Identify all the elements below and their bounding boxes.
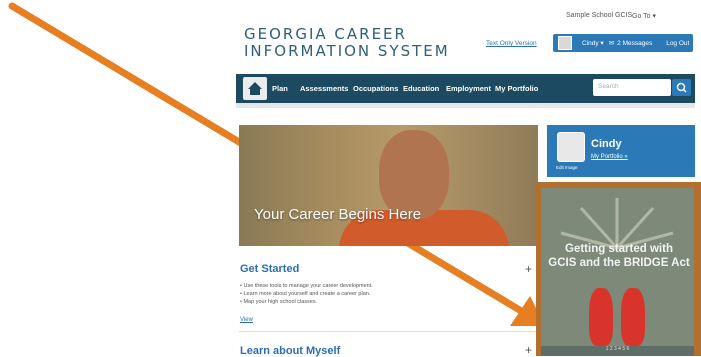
divider	[239, 331, 538, 332]
profile-name: Cindy	[591, 138, 622, 150]
brand-line1: GEORGIA CAREER	[244, 25, 407, 43]
carousel-pager[interactable]: 1 2 3 4 5 6	[541, 346, 694, 356]
arrows-graphic	[560, 198, 674, 250]
nav-education[interactable]: Education	[403, 84, 439, 93]
home-icon	[248, 82, 262, 95]
list-item: • Map your high school classes.	[240, 299, 318, 305]
list-item: • Use these tools to manage your career …	[240, 283, 373, 289]
hero-caption: Your Career Begins Here	[254, 206, 422, 223]
mail-icon[interactable]: ✉	[609, 39, 614, 47]
search-placeholder: Search	[598, 83, 619, 90]
promo-line2: GCIS and the BRIDGE Act	[548, 257, 690, 269]
nav-assessments[interactable]: Assessments	[300, 84, 348, 93]
goto-menu[interactable]: Go To ▾	[632, 12, 656, 20]
brand-logo[interactable]: GEORGIA CAREER INFORMATION SYSTEM	[244, 26, 450, 60]
search-button[interactable]	[672, 79, 691, 96]
brand-line2: INFORMATION SYSTEM	[244, 42, 450, 60]
search-icon	[676, 82, 687, 93]
avatar-icon	[558, 36, 572, 50]
promo-banner[interactable]	[541, 188, 694, 356]
expand-learn-icon[interactable]: +	[525, 343, 532, 357]
promo-text: Getting started with GCIS and the BRIDGE…	[544, 242, 694, 270]
shoe-left	[589, 288, 613, 346]
user-name: Cindy	[582, 40, 599, 47]
nav-plan[interactable]: Plan	[272, 84, 288, 93]
nav-subbar	[236, 103, 695, 108]
home-button[interactable]	[243, 77, 267, 100]
text-only-link[interactable]: Text Only Version	[486, 40, 537, 47]
goto-label: Go To	[632, 13, 651, 20]
messages-link[interactable]: 2 Messages	[617, 40, 652, 47]
school-link[interactable]: Sample School GCIS	[566, 12, 632, 19]
profile-card: Cindy My Portfolio » Edit Image	[547, 125, 695, 177]
search-input[interactable]: Search	[593, 79, 671, 96]
list-item: • Learn more about yourself and create a…	[240, 291, 371, 297]
view-link[interactable]: View	[240, 317, 253, 323]
get-started-title[interactable]: Get Started	[240, 263, 299, 275]
shoe-right	[621, 288, 645, 346]
nav-employment[interactable]: Employment	[446, 84, 491, 93]
my-portfolio-link[interactable]: My Portfolio »	[591, 154, 628, 160]
nav-occupations[interactable]: Occupations	[353, 84, 398, 93]
user-menu[interactable]: Cindy ▾	[577, 39, 604, 47]
promo-line1: Getting started with	[565, 243, 673, 255]
learn-about-myself-title[interactable]: Learn about Myself	[240, 345, 340, 357]
expand-get-started-icon[interactable]: +	[525, 262, 532, 276]
profile-avatar[interactable]	[557, 132, 585, 162]
logout-link[interactable]: Log Out	[666, 40, 689, 47]
edit-image-link[interactable]: Edit Image	[556, 165, 578, 170]
hero-image	[239, 125, 538, 246]
nav-my-portfolio[interactable]: My Portfolio	[495, 84, 538, 93]
user-bar: Cindy ▾ ✉ 2 Messages Log Out	[553, 34, 693, 52]
